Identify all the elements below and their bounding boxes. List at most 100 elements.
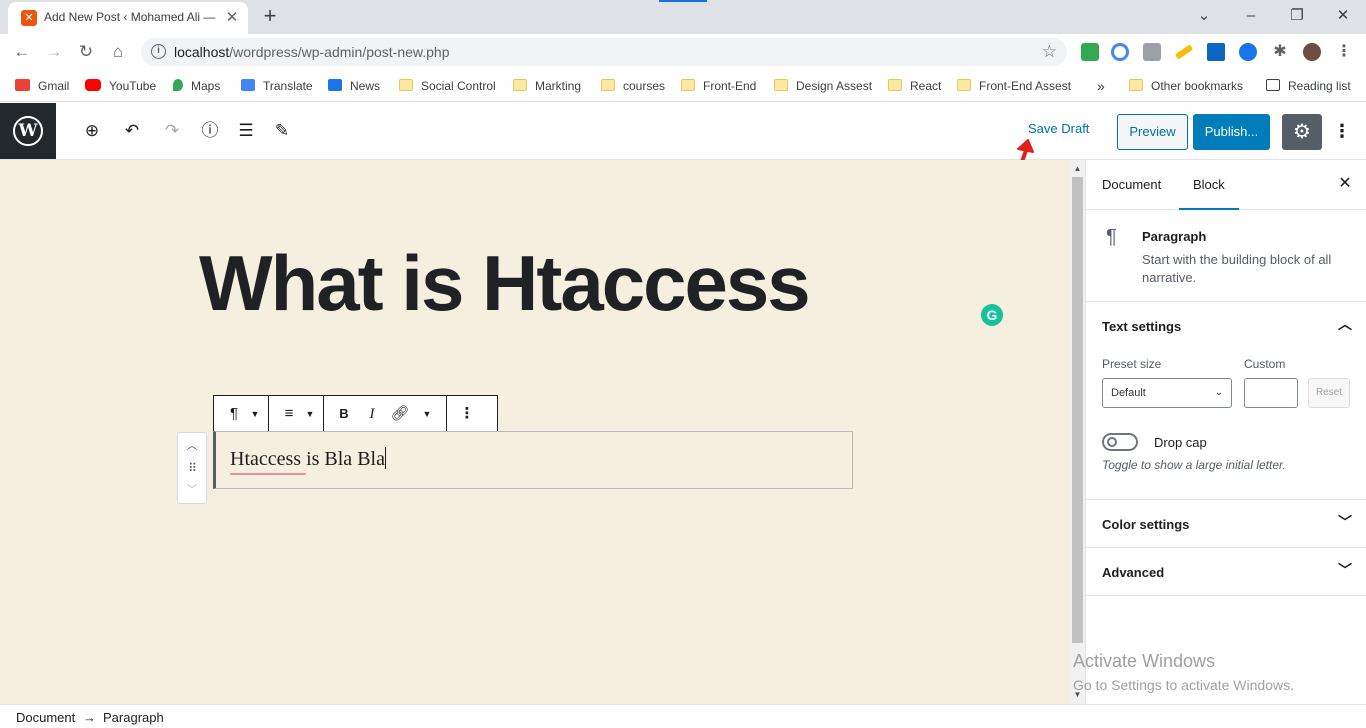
forward-arrow-icon[interactable]: → xyxy=(40,38,68,66)
paragraph-block-icon[interactable]: ¶ xyxy=(220,400,248,428)
folder-icon xyxy=(601,79,615,91)
custom-size-input[interactable] xyxy=(1244,378,1298,408)
editor-scrollbar[interactable]: ▲ ▼ xyxy=(1070,160,1085,704)
back-arrow-icon[interactable]: ← xyxy=(8,38,36,66)
camera-extension-icon[interactable] xyxy=(1143,43,1161,61)
publish-button[interactable]: Publish... xyxy=(1193,114,1270,150)
block-more-options-icon[interactable]: ⋮ xyxy=(453,400,481,428)
bookmark-folder-courses[interactable]: courses xyxy=(601,76,665,96)
browser-menu-icon[interactable]: ⋮ xyxy=(1335,43,1353,61)
bookmark-gmail[interactable]: Gmail xyxy=(15,76,69,96)
alignment-dropdown-icon[interactable]: ▼ xyxy=(303,400,317,428)
italic-button[interactable]: I xyxy=(358,400,386,428)
chevron-down-icon[interactable]: ﹀ xyxy=(1337,560,1353,580)
site-info-icon[interactable]: i xyxy=(151,44,166,59)
tab-document[interactable]: Document xyxy=(1102,160,1161,210)
scroll-up-arrow-icon[interactable]: ▲ xyxy=(1070,164,1085,173)
profile-avatar[interactable] xyxy=(1303,43,1321,61)
save-draft-button[interactable]: Save Draft xyxy=(1028,121,1089,136)
drop-cap-toggle[interactable] xyxy=(1102,433,1138,451)
align-left-icon[interactable]: ≡ xyxy=(275,400,303,428)
bookmark-label: Front-End Assest xyxy=(979,79,1072,93)
shield-extension-icon[interactable] xyxy=(1081,43,1099,61)
bookmark-other-bookmarks[interactable]: Other bookmarks xyxy=(1129,76,1243,96)
more-formatting-dropdown-icon[interactable]: ▼ xyxy=(414,400,440,428)
scrollbar-thumb[interactable] xyxy=(1072,177,1083,643)
bookmark-folder-front-end-assest[interactable]: Front-End Assest xyxy=(957,76,1071,96)
preview-button[interactable]: Preview xyxy=(1117,114,1188,150)
bookmark-star-icon[interactable]: ☆ xyxy=(1042,42,1057,62)
move-up-chevron-icon[interactable]: ︿ xyxy=(178,435,206,457)
tab-search-chevron-icon[interactable]: ⌄ xyxy=(1181,2,1227,30)
add-block-icon[interactable]: ⊕ xyxy=(78,117,106,145)
restore-window-button[interactable]: ❐ xyxy=(1274,2,1320,30)
color-settings-panel[interactable]: Color settings ﹀ xyxy=(1086,500,1366,548)
bookmark-folder-front-end[interactable]: Front-End xyxy=(681,76,756,96)
drop-cap-help: Toggle to show a large initial letter. xyxy=(1102,458,1286,472)
settings-gear-icon[interactable]: ⚙ xyxy=(1282,114,1322,150)
bookmark-translate[interactable]: Translate xyxy=(241,76,313,96)
close-window-button[interactable]: ✕ xyxy=(1320,2,1366,30)
wordpress-logo-button[interactable]: W xyxy=(0,103,56,159)
close-sidebar-icon[interactable]: ✕ xyxy=(1335,174,1355,194)
folder-icon xyxy=(888,79,902,91)
close-tab-icon[interactable]: ✕ xyxy=(222,8,242,28)
link-icon[interactable]: 🔗︎ xyxy=(386,400,414,428)
info-icon[interactable]: ⓘ xyxy=(196,117,224,145)
browser-toolbar: ← → ↻ ⌂ i localhost/wordpress/wp-admin/p… xyxy=(0,34,1366,70)
reset-button[interactable]: Reset xyxy=(1308,378,1350,408)
bookmark-youtube[interactable]: YouTube xyxy=(85,76,156,96)
paragraph-block[interactable]: Htaccess is Bla Bla xyxy=(213,431,853,489)
breadcrumb-paragraph[interactable]: Paragraph xyxy=(103,710,164,725)
bookmark-news[interactable]: News xyxy=(328,76,380,96)
post-title[interactable]: What is Htaccess xyxy=(199,238,811,329)
youtube-icon xyxy=(85,79,101,91)
bookmark-folder-react[interactable]: React xyxy=(888,76,941,96)
new-tab-button[interactable]: + xyxy=(259,5,281,27)
puzzle-extensions-icon[interactable]: ✱ xyxy=(1271,43,1289,61)
block-type-dropdown-icon[interactable]: ▼ xyxy=(248,400,262,428)
browser-tab-active[interactable]: ✕ Add New Post ‹ Mohamed Ali — ✕ xyxy=(8,2,248,34)
url-host: localhost xyxy=(174,44,230,60)
windows-watermark-subtitle: Go to Settings to activate Windows. xyxy=(1073,677,1294,693)
drag-handle-icon[interactable]: ⠿ xyxy=(178,457,206,479)
linkedin-extension-icon[interactable] xyxy=(1207,43,1225,61)
paragraph-text[interactable]: Htaccess is Bla Bla xyxy=(230,448,385,470)
bookmark-folder-design-assest[interactable]: Design Assest xyxy=(774,76,872,96)
spellcheck-underline xyxy=(230,473,306,475)
block-options-group: ⋮ xyxy=(447,396,487,431)
reload-icon[interactable]: ↻ xyxy=(72,38,100,66)
breadcrumb-document[interactable]: Document xyxy=(16,710,75,725)
folder-icon xyxy=(957,79,971,91)
drop-cap-label: Drop cap xyxy=(1154,435,1207,450)
highlighter-extension-icon[interactable] xyxy=(1174,44,1194,60)
bookmark-label: Social Control xyxy=(421,79,496,93)
bookmarks-overflow-chevron[interactable]: » xyxy=(1097,76,1105,96)
text-settings-toggle[interactable]: Text settings xyxy=(1102,319,1181,334)
preset-size-select[interactable]: Default ⌄ xyxy=(1102,378,1232,408)
address-bar[interactable]: i localhost/wordpress/wp-admin/post-new.… xyxy=(141,38,1067,66)
globe-extension-icon[interactable] xyxy=(1239,43,1257,61)
minimize-window-button[interactable]: – xyxy=(1228,2,1274,30)
move-down-chevron-icon[interactable]: ﹀ xyxy=(178,479,206,501)
url-text: localhost/wordpress/wp-admin/post-new.ph… xyxy=(174,44,450,60)
reading-list-button[interactable]: Reading list xyxy=(1266,76,1351,96)
bold-button[interactable]: B xyxy=(330,400,358,428)
advanced-toggle[interactable]: Advanced xyxy=(1102,565,1164,580)
color-settings-toggle[interactable]: Color settings xyxy=(1102,517,1189,532)
chevron-up-icon[interactable]: ︿ xyxy=(1337,314,1353,334)
more-options-icon[interactable]: ⋮ xyxy=(1330,117,1354,145)
bookmark-folder-markting[interactable]: Markting xyxy=(513,76,581,96)
grammarly-badge-icon[interactable]: G xyxy=(981,304,1003,326)
ring-extension-icon[interactable] xyxy=(1111,43,1129,61)
bookmark-maps[interactable]: Maps xyxy=(173,76,220,96)
edit-mode-pencil-icon[interactable]: ✎ xyxy=(268,117,296,145)
bookmark-folder-social-control[interactable]: Social Control xyxy=(399,76,496,96)
chevron-down-icon[interactable]: ﹀ xyxy=(1337,512,1353,532)
home-icon[interactable]: ⌂ xyxy=(104,38,132,66)
undo-icon[interactable]: ↶ xyxy=(118,117,146,145)
redo-icon[interactable]: ↷ xyxy=(158,117,186,145)
tab-block[interactable]: Block xyxy=(1179,160,1239,210)
advanced-panel[interactable]: Advanced ﹀ xyxy=(1086,548,1366,596)
block-navigation-icon[interactable]: ☰ xyxy=(232,117,260,145)
